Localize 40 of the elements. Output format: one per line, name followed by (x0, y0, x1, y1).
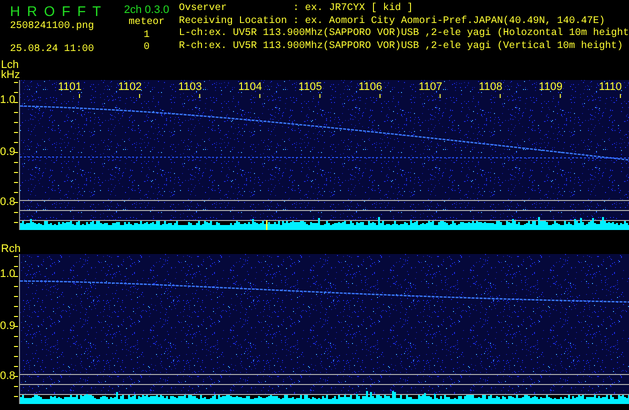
time-tick (199, 94, 200, 98)
time-tick (139, 94, 140, 98)
time-label: 1104 (238, 82, 262, 93)
meteor-count: 1 (144, 30, 150, 42)
frequency-label: 1.0 (0, 95, 16, 106)
app-title: H R O F F T (10, 3, 102, 19)
frequency-label: 0.8 (0, 197, 16, 208)
time-label: 1109 (538, 82, 562, 93)
channel-label: Lch (0, 60, 19, 70)
frequency-label: 1.0 (0, 269, 16, 280)
time-label: 1101 (58, 82, 82, 93)
frequency-label: 0.9 (0, 321, 16, 332)
time-tick (620, 94, 621, 98)
time-label: 1106 (358, 82, 382, 93)
version-label: 2ch 0.3.0 (124, 3, 170, 17)
counter-label: meteor (128, 17, 165, 30)
time-tick (560, 94, 561, 98)
channel-info: R-ch:ex. UV5R 113.900Mhz(SAPPORO VOR)USB ,2-ele yagi (Vertical 10m height) (178, 40, 624, 53)
time-label: 1103 (178, 82, 202, 93)
unit-label: kHz (0, 70, 21, 80)
channel-info: L-ch:ex. UV5R 113.900Mhz(SAPPORO VOR)USB ,2-ele yagi (Holozontal 10m height (178, 28, 629, 40)
meteor-marker (266, 220, 268, 230)
time-tick (319, 94, 320, 98)
time-tick (79, 94, 80, 98)
channel-label: Rch (0, 244, 22, 254)
frequency-label: 0.9 (0, 147, 16, 158)
time-label: 1107 (418, 82, 442, 93)
info-row-text: Receiving Location : ex. Aomori City Aomori-Pref.JAPAN(40.49N, 140.47E) (178, 16, 605, 28)
time-label: 1102 (118, 82, 142, 93)
time-label: 1108 (478, 82, 502, 93)
meteor-count: 0 (144, 42, 150, 54)
timestamp: 25.08.24 11:00 (10, 44, 96, 56)
time-tick (500, 94, 501, 98)
info-row: Ovserver : ex. JR7CYX [ kid ] (178, 3, 413, 16)
time-tick (440, 94, 441, 98)
frequency-label: 0.8 (0, 371, 16, 382)
file-name: 2508241100.png (10, 21, 96, 34)
time-tick (259, 94, 260, 98)
time-label: 1105 (298, 82, 322, 93)
time-label: 1110 (598, 82, 622, 93)
